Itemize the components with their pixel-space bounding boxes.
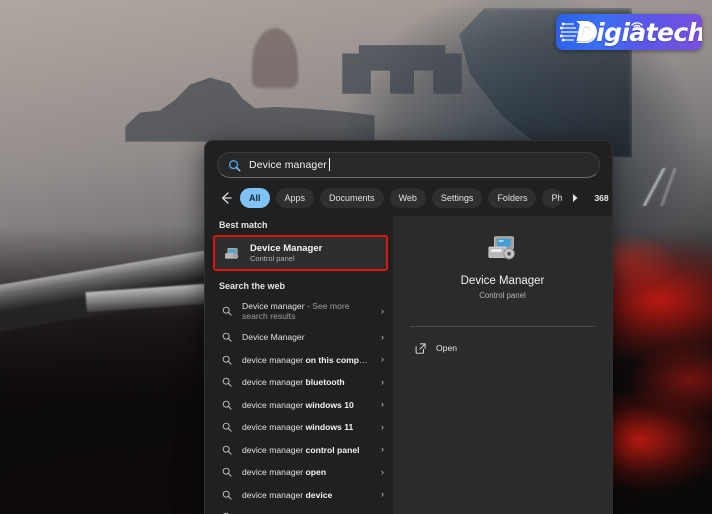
web-suggestion-label: device manager on this computer	[242, 355, 371, 365]
best-match-subtitle: Control panel	[250, 253, 295, 263]
preview-title: Device Manager	[460, 275, 545, 287]
filter-chip-settings[interactable]: Settings	[431, 188, 483, 208]
search-icon	[228, 159, 241, 171]
chevron-right-icon: ›	[381, 399, 384, 410]
search-results-list: Best match Device Manager Control panel …	[205, 216, 393, 514]
search-icon	[222, 306, 232, 316]
search-filter-bar: All Apps Documents Web Settings Folders …	[205, 178, 612, 216]
search-icon	[222, 332, 232, 342]
search-icon	[222, 467, 232, 477]
web-suggestion-item[interactable]: device manager open ›	[205, 461, 393, 484]
search-icon	[222, 400, 232, 410]
suggestion-suffix: device	[305, 489, 333, 500]
web-suggestion-label: device manager windows 10	[242, 400, 371, 410]
suggestion-suffix: open	[305, 467, 327, 478]
back-arrow-icon[interactable]	[217, 190, 234, 207]
filter-chip-all[interactable]: All	[240, 188, 270, 208]
chevron-right-icon: ›	[381, 331, 384, 342]
web-suggestion-item[interactable]: device manager windows 10 ›	[205, 394, 393, 417]
rewards-points[interactable]: 368	[594, 192, 612, 204]
suggestion-prefix: device manager	[242, 354, 306, 365]
web-suggestion-item[interactable]: Device manager - See more search results…	[205, 296, 393, 326]
chevron-right-icon: ›	[381, 354, 384, 365]
web-suggestion-item[interactable]: device manager on this computer ›	[205, 349, 393, 372]
filter-chip-apps[interactable]: Apps	[275, 188, 315, 208]
web-suggestion-item[interactable]: device manager windows 11 ›	[205, 416, 393, 439]
suggestion-suffix: bluetooth	[305, 377, 345, 388]
chevron-right-icon[interactable]	[568, 190, 582, 206]
web-suggestion-label: device manager control panel	[242, 445, 371, 455]
preview-actions: Open	[393, 327, 612, 358]
best-match-title: Device Manager	[250, 242, 323, 254]
rewards-count: 368	[594, 193, 609, 203]
chevron-right-icon: ›	[381, 305, 384, 316]
suggestion-prefix: device manager	[242, 422, 306, 433]
open-external-icon	[415, 342, 426, 354]
web-section-label: Search the web	[219, 281, 286, 291]
best-match-section-label: Best match	[219, 220, 268, 230]
open-action-label: Open	[436, 343, 458, 353]
web-suggestion-item[interactable]: device manager bluetooth ›	[205, 371, 393, 394]
search-icon	[222, 377, 232, 387]
web-suggestion-label: device manager bluetooth	[242, 377, 371, 387]
desktop-screen: Digiatech Device manager All Apps Docume…	[0, 0, 712, 514]
chevron-right-icon: ›	[381, 489, 384, 500]
suggestion-prefix: device manager	[242, 489, 306, 500]
chevron-right-icon: ›	[381, 421, 384, 432]
suggestion-suffix: windows 11	[305, 422, 354, 433]
digiatech-watermark: Digiatech	[556, 14, 702, 50]
suggestion-prefix: device manager	[242, 467, 306, 478]
filter-chip-folders[interactable]: Folders	[488, 188, 537, 208]
device-manager-icon	[225, 247, 239, 259]
chevron-right-icon: ›	[381, 444, 384, 455]
search-icon	[222, 355, 232, 365]
best-match-highlight-box: Device Manager Control panel	[213, 235, 388, 271]
preview-subtitle: Control panel	[479, 291, 526, 300]
watermark-brand-text: Digiatech	[576, 17, 702, 47]
suggestion-prefix: Device manager	[242, 300, 305, 311]
web-suggestion-item[interactable]: device manager device ›	[205, 484, 393, 507]
open-action-button[interactable]: Open	[415, 338, 612, 358]
best-match-text: Device Manager Control panel	[250, 242, 323, 263]
web-suggestion-item[interactable]: device manager control panel ›	[205, 439, 393, 462]
rewards-trophy-icon	[611, 193, 612, 196]
web-suggestion-label: Device manager - See more search results	[242, 301, 371, 321]
device-manager-icon	[487, 236, 515, 260]
web-suggestion-item[interactable]: Device Manager ›	[205, 326, 393, 349]
web-suggestion-label: device manager open	[242, 467, 371, 477]
suggestion-prefix: device manager	[242, 377, 306, 388]
suggestion-prefix: Device Manager	[242, 332, 305, 343]
filter-chip-documents[interactable]: Documents	[320, 188, 384, 208]
web-suggestion-label: device manager windows 11	[242, 422, 371, 432]
search-icon	[222, 490, 232, 500]
filter-chip-photos[interactable]: Ph	[542, 188, 563, 208]
chevron-right-icon: ›	[381, 376, 384, 387]
suggestion-suffix: windows 10	[305, 399, 354, 410]
filter-chip-web[interactable]: Web	[389, 188, 426, 208]
suggestion-prefix: device manager	[242, 444, 306, 455]
search-input[interactable]: Device manager	[249, 158, 330, 171]
app-preview-pane: Device Manager Control panel Open	[393, 216, 612, 514]
web-suggestion-label: device manager device	[242, 490, 371, 500]
suggestion-suffix: on this computer	[305, 354, 371, 365]
suggestion-prefix: device manager	[242, 399, 306, 410]
web-suggestion-item[interactable]: device manager camera›	[205, 506, 393, 514]
web-suggestion-label: Device Manager	[242, 332, 371, 342]
windows-search-panel: Device manager All Apps Documents Web Se…	[204, 140, 613, 514]
search-icon	[222, 445, 232, 455]
search-bar-container: Device manager	[205, 141, 612, 178]
best-match-result-device-manager[interactable]: Device Manager Control panel	[215, 237, 386, 269]
search-input-wrapper[interactable]: Device manager	[217, 152, 600, 178]
search-icon	[222, 422, 232, 432]
search-results-body: Best match Device Manager Control panel …	[205, 216, 612, 514]
chevron-right-icon: ›	[381, 466, 384, 477]
suggestion-suffix: control panel	[305, 444, 360, 455]
web-suggestions-list: Device manager - See more search results…	[205, 296, 393, 514]
